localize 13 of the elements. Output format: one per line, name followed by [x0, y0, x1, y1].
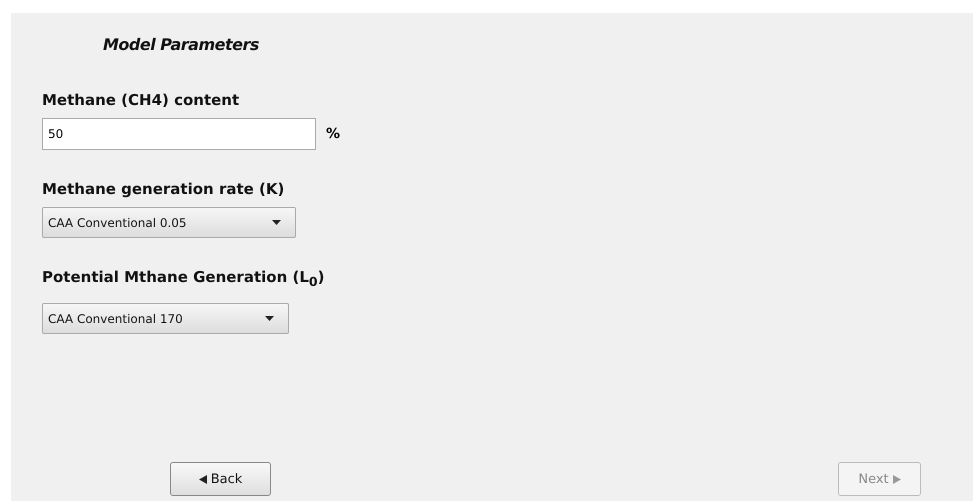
caret-icon [265, 316, 274, 321]
left-triangle-icon [198, 474, 207, 484]
input-field[interactable]: 50 [42, 118, 316, 150]
right-triangle-icon [892, 474, 901, 484]
section-title: Model Parameters [103, 35, 260, 54]
dropdown[interactable]: CAA Conventional 170 [42, 303, 289, 334]
unit-label: % [326, 126, 340, 142]
dropdown[interactable]: CAA Conventional 0.05 [42, 207, 296, 238]
field-label: Potential Mthane Generation (L$_{0}$) [42, 268, 326, 289]
field-label: Methane generation rate (K) [42, 180, 286, 198]
field-label: Methane (CH4) content [42, 91, 240, 109]
back-button[interactable]: Back [170, 462, 271, 496]
caret-icon [272, 220, 281, 225]
